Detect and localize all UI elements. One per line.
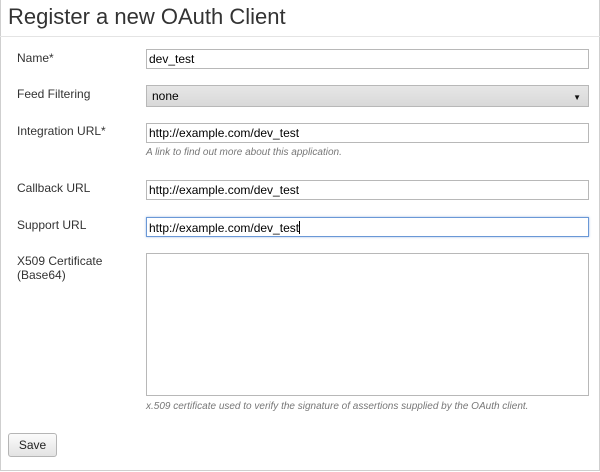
- support-url-label: Support URL: [17, 218, 87, 232]
- name-input-value: dev_test: [149, 52, 195, 66]
- name-label: Name*: [17, 51, 54, 65]
- certificate-label: X509 Certificate (Base64): [17, 254, 102, 282]
- feed-filtering-selected: none: [152, 89, 179, 103]
- dropdown-arrow-icon: ▼: [573, 93, 581, 102]
- support-url-value: http://example.com/dev_test: [149, 221, 300, 235]
- certificate-textarea[interactable]: [146, 253, 589, 396]
- integration-url-label: Integration URL*: [17, 124, 106, 138]
- feed-filtering-label: Feed Filtering: [17, 87, 91, 101]
- feed-filtering-select[interactable]: none ▼: [146, 85, 589, 107]
- save-button[interactable]: Save: [8, 433, 57, 457]
- callback-url-input[interactable]: http://example.com/dev_test: [146, 180, 589, 200]
- integration-url-help: A link to find out more about this appli…: [146, 147, 342, 158]
- callback-url-value: http://example.com/dev_test: [149, 183, 300, 197]
- name-input[interactable]: dev_test: [146, 49, 589, 69]
- callback-url-label: Callback URL: [17, 181, 91, 195]
- certificate-label-line2: (Base64): [17, 268, 66, 282]
- title-divider: [0, 36, 600, 37]
- certificate-help: x.509 certificate used to verify the sig…: [146, 401, 529, 412]
- support-url-input[interactable]: http://example.com/dev_test: [146, 217, 589, 237]
- integration-url-value: http://example.com/dev_test: [149, 126, 300, 140]
- page-title: Register a new OAuth Client: [8, 4, 286, 29]
- text-cursor: [299, 221, 301, 234]
- certificate-label-line1: X509 Certificate: [17, 254, 103, 268]
- integration-url-input[interactable]: http://example.com/dev_test: [146, 123, 589, 143]
